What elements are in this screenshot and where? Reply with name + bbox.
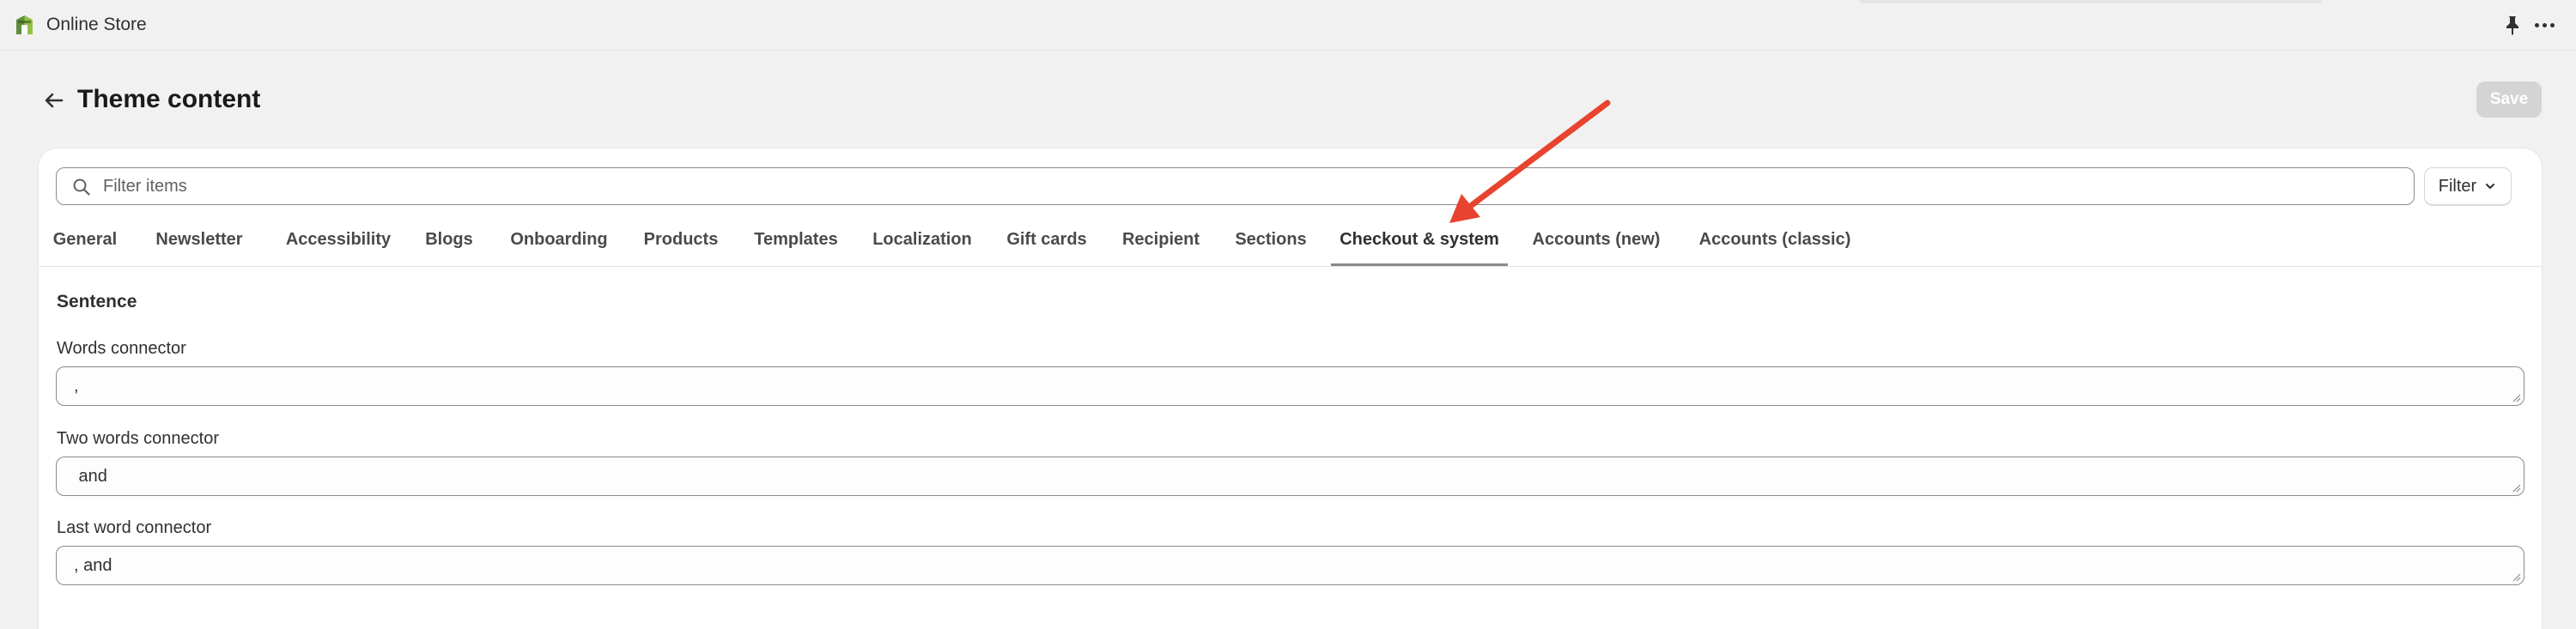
tab-accounts-new[interactable]: Accounts (new) — [1531, 214, 1662, 266]
two-words-connector-input[interactable] — [74, 457, 2495, 495]
tab-localization[interactable]: Localization — [869, 214, 975, 266]
more-horizontal-icon[interactable] — [2531, 14, 2557, 36]
last-word-connector-field[interactable] — [56, 546, 2524, 585]
search-input[interactable] — [103, 168, 2387, 204]
tab-sections[interactable]: Sections — [1232, 214, 1309, 266]
resize-handle-icon[interactable] — [2511, 392, 2521, 402]
resize-handle-icon[interactable] — [2511, 572, 2521, 582]
tab-gift-cards[interactable]: Gift cards — [1004, 214, 1090, 266]
save-button[interactable]: Save — [2476, 82, 2542, 118]
last-word-connector-input[interactable] — [74, 547, 2495, 584]
tab-accessibility[interactable]: Accessibility — [283, 214, 394, 266]
tab-accounts-classic[interactable]: Accounts (classic) — [1697, 214, 1853, 266]
top-bar: Online Store — [0, 0, 2576, 51]
tab-newsletter[interactable]: Newsletter — [151, 214, 247, 266]
field-label-two-words-connector: Two words connector — [57, 429, 219, 448]
theme-content-card: Filter General Newsletter Accessibility … — [39, 148, 2542, 629]
top-drag-handle[interactable] — [1859, 0, 2323, 3]
shopify-store-icon — [16, 15, 33, 34]
chevron-down-icon — [2486, 184, 2495, 189]
words-connector-input[interactable] — [74, 367, 2495, 405]
tab-general[interactable]: General — [52, 214, 118, 266]
two-words-connector-field[interactable] — [56, 457, 2524, 496]
filter-button-label: Filter — [2438, 176, 2477, 196]
tab-templates[interactable]: Templates — [751, 214, 841, 266]
words-connector-field[interactable] — [56, 366, 2524, 406]
field-label-last-word-connector: Last word connector — [57, 518, 212, 537]
search-field[interactable] — [56, 167, 2415, 205]
filter-button[interactable]: Filter — [2424, 167, 2512, 205]
app-name: Online Store — [46, 15, 147, 34]
tab-blogs[interactable]: Blogs — [422, 214, 476, 266]
tab-onboarding[interactable]: Onboarding — [506, 214, 612, 266]
tab-bar: General Newsletter Accessibility Blogs O… — [39, 214, 2542, 267]
field-label-words-connector: Words connector — [57, 339, 186, 358]
arrow-left-icon[interactable] — [39, 86, 69, 115]
search-icon — [73, 178, 90, 196]
section-heading: Sentence — [57, 292, 137, 311]
tab-recipient[interactable]: Recipient — [1120, 214, 1202, 266]
tab-products[interactable]: Products — [641, 214, 721, 266]
resize-handle-icon[interactable] — [2511, 482, 2521, 493]
active-tab-indicator — [1331, 263, 1508, 266]
page-title: Theme content — [77, 85, 261, 113]
tab-checkout-and-system[interactable]: Checkout & system — [1331, 214, 1508, 266]
pin-icon[interactable] — [2502, 14, 2523, 36]
